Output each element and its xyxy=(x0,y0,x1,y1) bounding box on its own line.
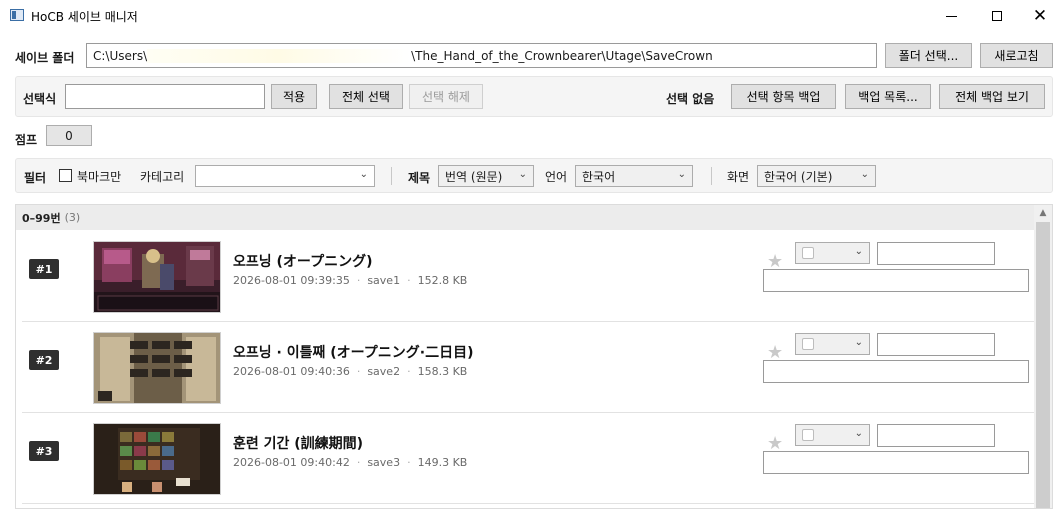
save-slot: save1 xyxy=(367,274,401,287)
chevron-down-icon: ⌄ xyxy=(854,337,863,348)
category-select[interactable]: ⌄ xyxy=(795,242,870,264)
jump-label: 점프 xyxy=(15,133,38,147)
screen-language-dropdown[interactable]: 한국어 (기본) ⌄ xyxy=(757,165,876,187)
minimize-button[interactable] xyxy=(928,0,974,32)
tag-input[interactable] xyxy=(877,424,995,447)
chevron-up-icon[interactable]: ▲ xyxy=(1034,205,1052,221)
memo-input[interactable] xyxy=(763,360,1029,383)
save-folder-label: 세이브 폴더 xyxy=(15,51,75,65)
language-label: 언어 xyxy=(545,170,568,184)
selection-status: 선택 없음 xyxy=(666,92,715,106)
filter-divider xyxy=(711,167,712,185)
path-prefix: C:\Users\ xyxy=(93,48,148,63)
maximize-button[interactable] xyxy=(974,0,1020,32)
save-title: 오프닝 (オープニング) xyxy=(233,254,373,270)
save-row[interactable]: #1 오프닝 (オープニング) 2026-08-01 09:39:35 · save… xyxy=(22,231,1035,322)
view-all-backups-button[interactable]: 전체 백업 보기 xyxy=(939,84,1045,109)
category-select[interactable]: ⌄ xyxy=(795,424,870,446)
save-datetime: 2026-08-01 09:40:42 xyxy=(233,456,350,469)
save-title: 훈련 기간 (訓練期間) xyxy=(233,436,364,452)
title-bar: HoCB 세이브 매니저 ✕ xyxy=(0,0,1063,32)
backup-list-button[interactable]: 백업 목록... xyxy=(845,84,931,109)
chevron-down-icon: ⌄ xyxy=(677,169,686,180)
screen-language-value: 한국어 (기본) xyxy=(764,169,833,184)
maximize-icon xyxy=(992,11,1002,21)
tag-input[interactable] xyxy=(877,242,995,265)
scroll-thumb[interactable] xyxy=(1036,222,1050,508)
category-color-swatch xyxy=(802,247,814,259)
save-thumbnail xyxy=(93,332,221,404)
save-size: 149.3 KB xyxy=(417,456,468,469)
language-value: 한국어 xyxy=(582,169,616,184)
window-title: HoCB 세이브 매니저 xyxy=(31,10,138,24)
chevron-down-icon: ⌄ xyxy=(518,169,527,180)
refresh-button[interactable]: 새로고침 xyxy=(980,43,1053,68)
app-icon xyxy=(10,9,24,21)
apply-button[interactable]: 적용 xyxy=(271,84,317,109)
save-index-badge: #3 xyxy=(29,441,59,461)
language-dropdown[interactable]: 한국어 ⌄ xyxy=(575,165,693,187)
save-slot: save2 xyxy=(367,365,401,378)
title-label: 제목 xyxy=(408,171,431,185)
screen-label: 화면 xyxy=(727,170,750,184)
selection-expression-input[interactable] xyxy=(65,84,265,109)
save-index-badge: #2 xyxy=(29,350,59,370)
path-suffix: \The_Hand_of_the_Crownbearer\Utage\SaveC… xyxy=(411,48,713,63)
select-folder-button[interactable]: 폴더 선택... xyxy=(885,43,972,68)
memo-input[interactable] xyxy=(763,451,1029,474)
select-all-button[interactable]: 전체 선택 xyxy=(329,84,403,109)
title-mode-value: 번역 (원문) xyxy=(445,169,503,184)
save-meta: 2026-08-01 09:39:35 · save1 · 152.8 KB xyxy=(233,274,468,287)
backup-selected-button[interactable]: 선택 항목 백업 xyxy=(731,84,836,109)
chevron-down-icon: ⌄ xyxy=(860,169,869,180)
save-slot: save3 xyxy=(367,456,401,469)
save-folder-path-field[interactable]: C:\Users\ \The_Hand_of_the_Crownbearer\U… xyxy=(86,43,877,68)
filter-label: 필터 xyxy=(24,171,47,185)
filter-divider xyxy=(391,167,392,185)
save-thumbnail xyxy=(93,241,221,313)
category-select[interactable]: ⌄ xyxy=(795,333,870,355)
group-count: (3) xyxy=(64,211,81,224)
save-meta: 2026-08-01 09:40:36 · save2 · 158.3 KB xyxy=(233,365,468,378)
save-row[interactable]: #2 오프닝 · 이틀째 (オープニング·二日目) 2026-08-01 09:… xyxy=(22,322,1035,413)
title-mode-dropdown[interactable]: 번역 (원문) ⌄ xyxy=(438,165,534,187)
bookmark-only-label: 북마크만 xyxy=(77,170,122,184)
redacted-username xyxy=(147,48,412,63)
close-icon: ✕ xyxy=(1032,6,1048,26)
minimize-icon xyxy=(945,15,957,17)
selection-expression-label: 선택식 xyxy=(23,92,57,106)
group-header[interactable]: 0–99번 (3) xyxy=(16,205,1035,230)
save-title: 오프닝 · 이틀째 (オープニング·二日目) xyxy=(233,345,474,361)
save-size: 152.8 KB xyxy=(417,274,468,287)
deselect-button[interactable]: 선택 해제 xyxy=(409,84,483,109)
vertical-scrollbar[interactable]: ▲ xyxy=(1034,205,1052,508)
category-dropdown[interactable]: ⌄ xyxy=(195,165,375,187)
save-datetime: 2026-08-01 09:40:36 xyxy=(233,365,350,378)
chevron-down-icon: ⌄ xyxy=(359,169,368,180)
memo-input[interactable] xyxy=(763,269,1029,292)
chevron-down-icon: ⌄ xyxy=(854,246,863,257)
group-range: 0–99번 xyxy=(22,211,61,225)
close-button[interactable]: ✕ xyxy=(1017,0,1063,32)
bookmark-only-checkbox[interactable] xyxy=(59,169,72,182)
chevron-down-icon: ⌄ xyxy=(854,428,863,439)
category-label: 카테고리 xyxy=(140,170,185,184)
category-color-swatch xyxy=(802,429,814,441)
save-datetime: 2026-08-01 09:39:35 xyxy=(233,274,350,287)
save-row[interactable]: #3 훈련 기간 (訓練期間) 2026-08-01 09:40:42 · sa… xyxy=(22,413,1035,504)
jump-field[interactable]: 0 xyxy=(46,125,92,146)
save-thumbnail xyxy=(93,423,221,495)
save-index-badge: #1 xyxy=(29,259,59,279)
save-meta: 2026-08-01 09:40:42 · save3 · 149.3 KB xyxy=(233,456,468,469)
category-color-swatch xyxy=(802,338,814,350)
tag-input[interactable] xyxy=(877,333,995,356)
save-size: 158.3 KB xyxy=(417,365,468,378)
save-list[interactable]: 0–99번 (3) #1 오프닝 (オープニング) 2026-08-01 09:… xyxy=(15,204,1053,509)
